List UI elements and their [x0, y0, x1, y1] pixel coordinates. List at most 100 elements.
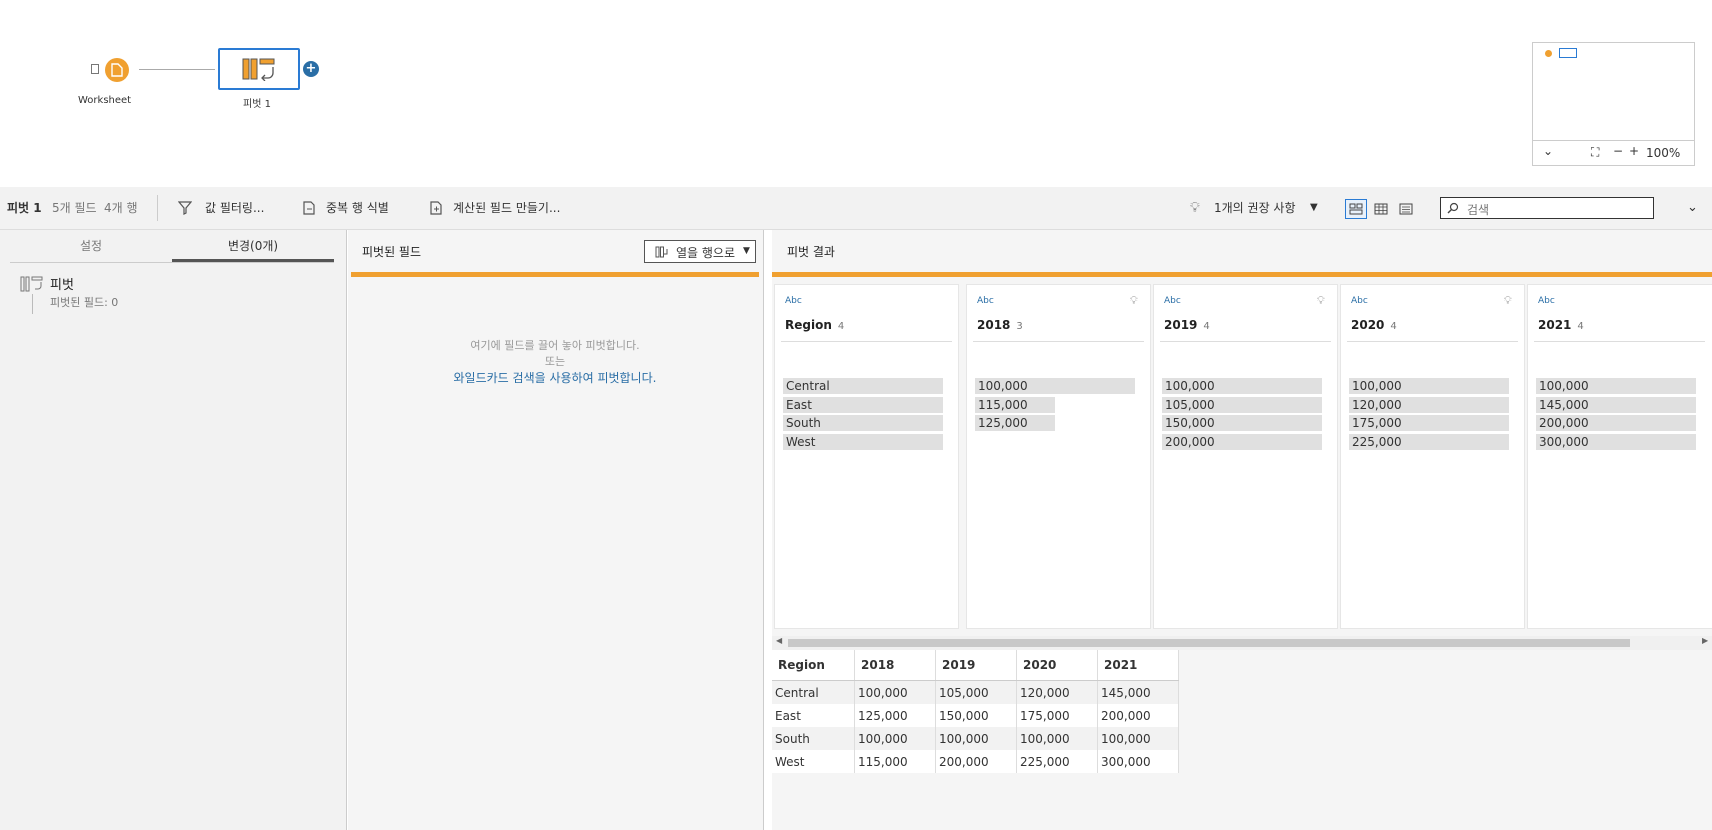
table-cell[interactable]: 120,000 — [1016, 680, 1098, 704]
pivot-icon — [242, 58, 275, 81]
scroll-left-icon[interactable]: ◀ — [776, 636, 782, 645]
table-row[interactable]: South 100,000 100,000 100,000 100,000 — [772, 727, 1179, 750]
field-name[interactable]: Region 4 — [785, 318, 844, 332]
value-bar-row[interactable]: 105,000 — [1162, 396, 1322, 414]
card-divider — [1160, 341, 1331, 342]
flow-canvas[interactable]: Worksheet + 피벗 1 ⌄ ⛶ − + 100% — [0, 0, 1712, 187]
drop-zone[interactable]: 여기에 필드를 끌어 놓아 피벗합니다. 또는 와일드카드 검색을 사용하여 피… — [351, 277, 759, 830]
value-bar-row[interactable]: 300,000 — [1536, 433, 1696, 451]
value-bar-row[interactable]: West — [783, 433, 943, 451]
value-bar-row[interactable]: 145,000 — [1536, 396, 1696, 414]
table-cell[interactable]: 300,000 — [1097, 750, 1179, 773]
search-input[interactable]: 검색 — [1440, 197, 1654, 219]
table-cell[interactable]: 150,000 — [935, 704, 1017, 727]
value-bar-row[interactable]: 100,000 — [1162, 378, 1322, 395]
column-header[interactable]: 2021 — [1097, 650, 1179, 681]
pivot-mode-dropdown[interactable]: 열을 행으로 ▼ — [644, 240, 756, 263]
add-step-button[interactable]: + — [303, 61, 319, 77]
table-row[interactable]: Central 100,000 105,000 120,000 145,000 — [772, 680, 1179, 704]
chevron-down-icon[interactable]: ⌄ — [1543, 144, 1553, 158]
toolbar-divider — [157, 195, 158, 221]
zoom-out-icon[interactable]: − — [1613, 144, 1623, 158]
value-bar-row[interactable]: 115,000 — [975, 396, 1135, 414]
table-cell[interactable]: 100,000 — [854, 680, 936, 704]
value-bar-row[interactable]: 150,000 — [1162, 415, 1322, 432]
table-cell[interactable]: 125,000 — [854, 704, 936, 727]
field-type-badge[interactable]: Abc — [1538, 296, 1555, 306]
field-type-badge[interactable]: Abc — [1164, 296, 1181, 306]
value-bar-row[interactable]: 100,000 — [975, 378, 1135, 395]
table-cell[interactable]: 100,000 — [935, 727, 1017, 750]
table-cell[interactable]: 100,000 — [1097, 727, 1179, 750]
column-header[interactable]: Region — [772, 650, 855, 681]
lightbulb-icon: 💡︎ — [1190, 200, 1200, 216]
value-bar-row[interactable]: 200,000 — [1536, 415, 1696, 432]
table-cell[interactable]: 200,000 — [935, 750, 1017, 773]
value-bar-row[interactable]: 200,000 — [1162, 433, 1322, 451]
table-cell[interactable]: 200,000 — [1097, 704, 1179, 727]
table-row[interactable]: East 125,000 150,000 175,000 200,000 — [772, 704, 1179, 727]
distinct-count: 4 — [1577, 321, 1584, 332]
recommendation-lightbulb-icon[interactable]: 💡︎ — [1130, 294, 1138, 308]
column-header[interactable]: 2018 — [854, 650, 936, 681]
horizontal-scrollbar[interactable]: ◀ ▶ — [772, 636, 1712, 650]
list-view-button[interactable] — [1395, 199, 1417, 219]
profile-card[interactable]: Abc 💡︎ 2020 4 100,000 120,000 175,000 225,000 — [1340, 284, 1525, 629]
value-bar-row[interactable]: 100,000 — [1536, 378, 1696, 395]
table-cell[interactable]: South — [772, 727, 855, 750]
scroll-right-icon[interactable]: ▶ — [1702, 636, 1708, 645]
input-node[interactable] — [105, 58, 129, 82]
profile-card[interactable]: Abc 2021 4 100,000 145,000 200,000 300,000 — [1527, 284, 1712, 629]
value-label: East — [786, 397, 812, 412]
zoom-in-icon[interactable]: + — [1629, 144, 1639, 158]
field-type-badge[interactable]: Abc — [785, 296, 802, 306]
table-cell[interactable]: East — [772, 704, 855, 727]
change-item[interactable]: 피벗 피벗된 필드: 0 — [20, 274, 320, 324]
profile-card[interactable]: Abc 💡︎ 2018 3 100,000 115,000 125,000 — [966, 284, 1151, 629]
field-type-badge[interactable]: Abc — [1351, 296, 1368, 306]
profile-view-button[interactable] — [1345, 199, 1367, 219]
field-name[interactable]: 2021 4 — [1538, 318, 1584, 332]
table-row[interactable]: West 115,000 200,000 225,000 300,000 — [772, 750, 1179, 773]
table-cell[interactable]: 145,000 — [1097, 680, 1179, 704]
value-bar-row[interactable]: 120,000 — [1349, 396, 1509, 414]
table-cell[interactable]: Central — [772, 680, 855, 704]
field-name[interactable]: 2019 4 — [1164, 318, 1210, 332]
list-icon — [1399, 203, 1413, 215]
card-divider — [1347, 341, 1518, 342]
value-bar-row[interactable]: South — [783, 415, 943, 432]
recommendations-button[interactable]: 💡︎ 1개의 권장 사항 ▼ — [1190, 187, 1320, 229]
recommendation-lightbulb-icon[interactable]: 💡︎ — [1317, 294, 1325, 308]
value-bar-row[interactable]: 175,000 — [1349, 415, 1509, 432]
fit-to-screen-icon[interactable]: ⛶ — [1591, 145, 1599, 160]
table-cell[interactable]: 100,000 — [854, 727, 936, 750]
value-bar-row[interactable]: Central — [783, 378, 943, 395]
value-bar-row[interactable]: 100,000 — [1349, 378, 1509, 395]
distinct-count: 4 — [1390, 321, 1397, 332]
column-header[interactable]: 2019 — [935, 650, 1017, 681]
table-cell[interactable]: 105,000 — [935, 680, 1017, 704]
scrollbar-thumb[interactable] — [788, 639, 1630, 647]
collapse-chevron-icon[interactable]: ⌄ — [1687, 187, 1698, 229]
table-cell[interactable]: 225,000 — [1016, 750, 1098, 773]
grid-view-button[interactable] — [1370, 199, 1392, 219]
field-type-badge[interactable]: Abc — [977, 296, 994, 306]
tab-settings[interactable]: 설정 — [10, 230, 172, 262]
field-name[interactable]: 2018 3 — [977, 318, 1023, 332]
table-cell[interactable]: West — [772, 750, 855, 773]
minimap[interactable]: ⌄ ⛶ − + 100% — [1532, 42, 1695, 166]
wildcard-search-link[interactable]: 와일드카드 검색을 사용하여 피벗합니다. — [351, 369, 759, 386]
profile-card[interactable]: Abc 💡︎ 2019 4 100,000 105,000 150,000 200,000 — [1153, 284, 1338, 629]
column-header[interactable]: 2020 — [1016, 650, 1098, 681]
value-bar-row[interactable]: East — [783, 396, 943, 414]
table-cell[interactable]: 175,000 — [1016, 704, 1098, 727]
tab-changes[interactable]: 변경(0개) — [172, 230, 334, 262]
pivot-node[interactable] — [218, 48, 300, 90]
recommendation-lightbulb-icon[interactable]: 💡︎ — [1504, 294, 1512, 308]
profile-card[interactable]: Abc Region 4 Central East South West — [774, 284, 959, 629]
table-cell[interactable]: 100,000 — [1016, 727, 1098, 750]
field-name[interactable]: 2020 4 — [1351, 318, 1397, 332]
value-bar-row[interactable]: 125,000 — [975, 415, 1135, 432]
value-bar-row[interactable]: 225,000 — [1349, 433, 1509, 451]
table-cell[interactable]: 115,000 — [854, 750, 936, 773]
